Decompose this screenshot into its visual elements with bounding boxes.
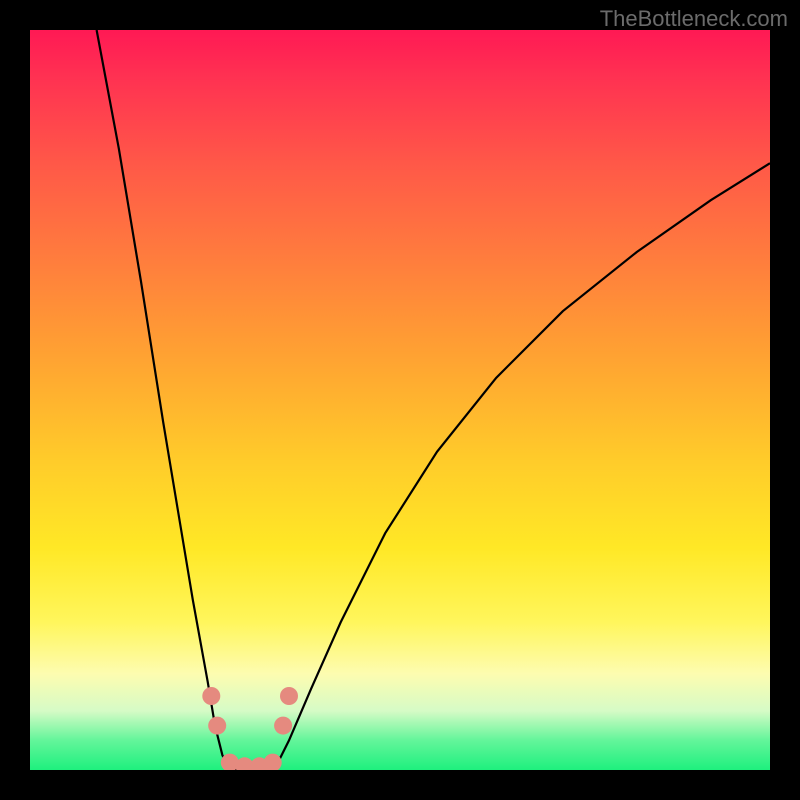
curve-marker xyxy=(202,687,220,705)
curve-marker xyxy=(280,687,298,705)
curve-marker xyxy=(208,717,226,735)
curve-path xyxy=(97,30,770,770)
curve-marker xyxy=(274,717,292,735)
plot-area xyxy=(30,30,770,770)
watermark-text: TheBottleneck.com xyxy=(600,6,788,32)
chart-frame: TheBottleneck.com xyxy=(0,0,800,800)
bottleneck-curve xyxy=(30,30,770,770)
curve-marker xyxy=(264,754,282,770)
